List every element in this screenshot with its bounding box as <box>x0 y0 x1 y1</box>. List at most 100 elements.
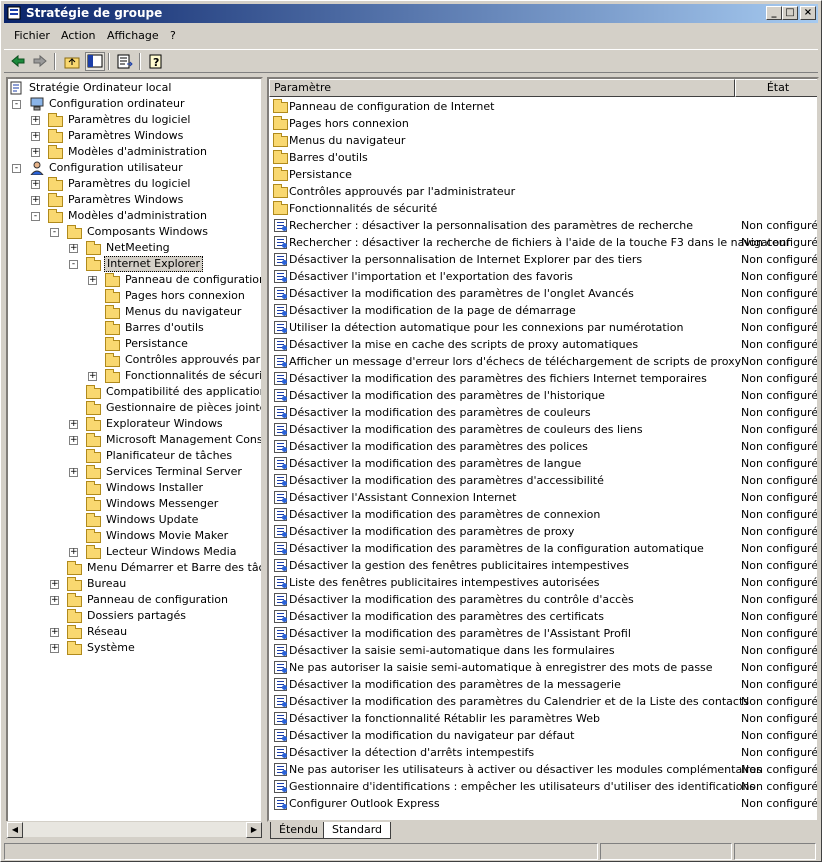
list-item-policy[interactable]: Désactiver la modification des paramètre… <box>269 472 817 489</box>
expand-icon[interactable]: + <box>31 196 40 205</box>
list-item-policy[interactable]: Désactiver la modification des paramètre… <box>269 404 817 421</box>
list-item-name: Barres d'outils <box>289 151 368 164</box>
tab-etendu[interactable]: Étendu <box>270 822 327 839</box>
list-item-policy[interactable]: Désactiver la modification des paramètre… <box>269 387 817 404</box>
folder-icon <box>86 545 102 559</box>
scroll-left-icon[interactable]: ◀ <box>7 822 23 838</box>
expand-icon[interactable]: + <box>50 580 59 589</box>
list-item-state: Non configuré <box>741 610 819 623</box>
list-item-folder[interactable]: Barres d'outils <box>269 149 817 166</box>
export-list-icon[interactable] <box>115 52 135 71</box>
expand-icon[interactable]: + <box>88 372 97 381</box>
list-item-policy[interactable]: Ne pas autoriser la saisie semi-automati… <box>269 659 817 676</box>
list-item-policy[interactable]: Désactiver la modification des paramètre… <box>269 370 817 387</box>
list-item-name: Désactiver la modification des paramètre… <box>289 593 634 606</box>
list-item-policy[interactable]: Désactiver la modification des paramètre… <box>269 693 817 710</box>
list-item-policy[interactable]: Désactiver la modification des paramètre… <box>269 523 817 540</box>
list-item-policy[interactable]: Rechercher : désactiver la recherche de … <box>269 234 817 251</box>
expand-icon[interactable]: + <box>50 596 59 605</box>
list-item-policy[interactable]: Désactiver la modification des paramètre… <box>269 421 817 438</box>
list-item-folder[interactable]: Menus du navigateur <box>269 132 817 149</box>
menu-action[interactable]: Action <box>61 29 95 42</box>
folder-icon <box>67 641 83 655</box>
scroll-right-icon[interactable]: ▶ <box>246 822 262 838</box>
list-item-policy[interactable]: Configurer Outlook Express Non configuré <box>269 795 817 812</box>
list-item-policy[interactable]: Désactiver la modification des paramètre… <box>269 625 817 642</box>
list-item-folder[interactable]: Pages hors connexion <box>269 115 817 132</box>
expand-icon[interactable]: + <box>69 436 78 445</box>
title-bar[interactable]: Stratégie de groupe _ □ × <box>4 4 818 23</box>
menu-fichier[interactable]: Fichier <box>14 29 50 42</box>
expand-icon[interactable]: + <box>31 180 40 189</box>
list-item-policy[interactable]: Liste des fenêtres publicitaires intempe… <box>269 574 817 591</box>
list-item-policy[interactable]: Gestionnaire d'identifications : empêche… <box>269 778 817 795</box>
details-pane[interactable]: Paramètre État Panneau de configuration … <box>267 77 819 822</box>
collapse-icon[interactable]: - <box>12 164 21 173</box>
show-tree-icon[interactable] <box>85 52 105 71</box>
list-item-policy[interactable]: Désactiver la modification du navigateur… <box>269 727 817 744</box>
list-item-policy[interactable]: Désactiver la modification des paramètre… <box>269 608 817 625</box>
list-item-policy[interactable]: Désactiver la modification des paramètre… <box>269 591 817 608</box>
back-arrow-icon[interactable] <box>8 52 28 71</box>
list-item-policy[interactable]: Désactiver la mise en cache des scripts … <box>269 336 817 353</box>
forward-arrow-icon[interactable] <box>30 52 50 71</box>
column-header-etat[interactable]: État <box>735 79 817 97</box>
list-item-policy[interactable]: Rechercher : désactiver la personnalisat… <box>269 217 817 234</box>
list-item-policy[interactable]: Désactiver la saisie semi-automatique da… <box>269 642 817 659</box>
list-item-policy[interactable]: Afficher un message d'erreur lors d'éche… <box>269 353 817 370</box>
list-item-policy[interactable]: Désactiver la modification de la page de… <box>269 302 817 319</box>
tree-pane[interactable]: Stratégie Ordinateur local - Configuration… <box>6 77 263 839</box>
collapse-icon[interactable]: - <box>50 228 59 237</box>
list-item-state: Non configuré <box>741 355 819 368</box>
collapse-icon[interactable]: - <box>69 260 78 269</box>
collapse-icon[interactable]: - <box>12 100 21 109</box>
tab-standard[interactable]: Standard <box>323 822 392 839</box>
expand-icon[interactable]: + <box>50 628 59 637</box>
help-icon[interactable]: ? <box>147 52 167 71</box>
close-button[interactable]: × <box>800 6 816 20</box>
expand-icon[interactable]: + <box>69 244 78 253</box>
menu-affichage[interactable]: Affichage <box>107 29 159 42</box>
expand-icon[interactable]: + <box>69 420 78 429</box>
policy-setting-icon <box>273 745 289 760</box>
list-item-folder[interactable]: Persistance <box>269 166 817 183</box>
menu-bar: Fichier Action Affichage ? <box>4 26 818 46</box>
list-item-name: Pages hors connexion <box>289 117 409 130</box>
list-item-policy[interactable]: Désactiver l'importation et l'exportatio… <box>269 268 817 285</box>
policy-setting-icon <box>273 473 289 488</box>
list-item-policy[interactable]: Désactiver la modification des paramètre… <box>269 285 817 302</box>
expand-icon[interactable]: + <box>31 132 40 141</box>
list-item-policy[interactable]: Utiliser la détection automatique pour l… <box>269 319 817 336</box>
list-item-folder[interactable]: Contrôles approuvés par l'administrateur <box>269 183 817 200</box>
menu-help[interactable]: ? <box>170 29 176 42</box>
expand-icon[interactable]: + <box>88 276 97 285</box>
list-item-policy[interactable]: Ne pas autoriser les utilisateurs à acti… <box>269 761 817 778</box>
list-item-policy[interactable]: Désactiver la modification des paramètre… <box>269 540 817 557</box>
collapse-icon[interactable]: - <box>31 212 40 221</box>
tree-node-label: Services Terminal Server <box>106 465 242 478</box>
expand-icon[interactable]: + <box>50 644 59 653</box>
list-item-state: Non configuré <box>741 746 819 759</box>
list-item-state: Non configuré <box>741 304 819 317</box>
column-header-parametre[interactable]: Paramètre <box>269 79 735 97</box>
list-item-policy[interactable]: Désactiver la gestion des fenêtres publi… <box>269 557 817 574</box>
expand-icon[interactable]: + <box>69 548 78 557</box>
expand-icon[interactable]: + <box>31 148 40 157</box>
list-item-policy[interactable]: Désactiver la modification des paramètre… <box>269 506 817 523</box>
user-icon <box>29 161 45 176</box>
list-item-policy[interactable]: Désactiver la modification des paramètre… <box>269 455 817 472</box>
list-item-policy[interactable]: Désactiver la modification des paramètre… <box>269 676 817 693</box>
list-item-policy[interactable]: Désactiver la modification des paramètre… <box>269 438 817 455</box>
minimize-button[interactable]: _ <box>766 6 782 20</box>
list-item-policy[interactable]: Désactiver la personnalisation de Intern… <box>269 251 817 268</box>
maximize-button[interactable]: □ <box>782 6 798 20</box>
list-item-policy[interactable]: Désactiver l'Assistant Connexion Interne… <box>269 489 817 506</box>
up-folder-icon[interactable] <box>62 52 82 71</box>
list-item-policy[interactable]: Désactiver la fonctionnalité Rétablir le… <box>269 710 817 727</box>
tree-horizontal-scrollbar[interactable]: ◀ ▶ <box>6 821 263 838</box>
expand-icon[interactable]: + <box>31 116 40 125</box>
list-item-folder[interactable]: Fonctionnalités de sécurité <box>269 200 817 217</box>
list-item-policy[interactable]: Désactiver la détection d'arrêts intempe… <box>269 744 817 761</box>
list-item-folder[interactable]: Panneau de configuration de Internet <box>269 98 817 115</box>
expand-icon[interactable]: + <box>69 468 78 477</box>
